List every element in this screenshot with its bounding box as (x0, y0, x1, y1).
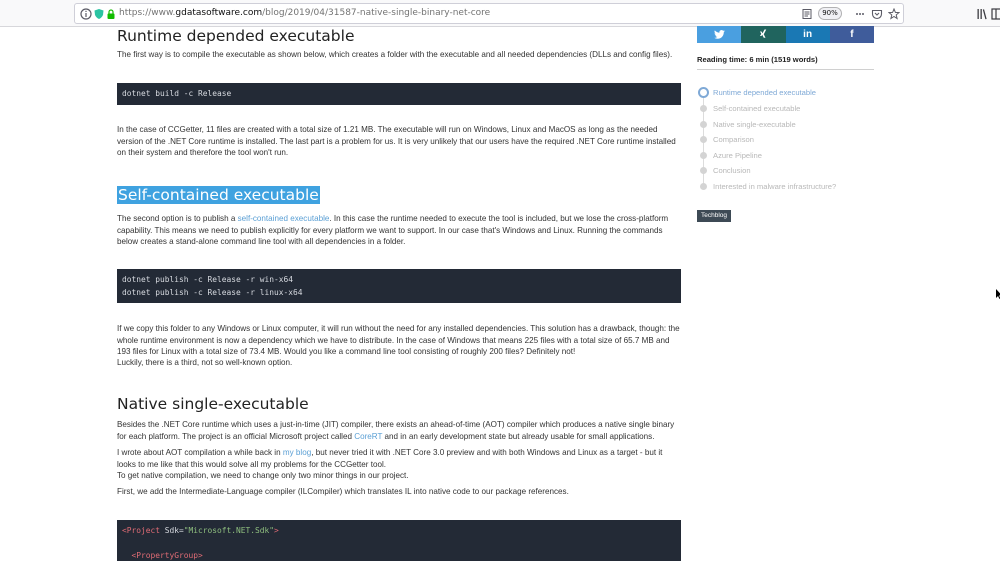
facebook-icon: f (850, 29, 854, 40)
paragraph: If we copy this folder to any Windows or… (117, 324, 680, 357)
code-line: dotnet publish -c Release -r win-x64 (122, 275, 294, 284)
paragraph: Luckily, there is a third, not so well-k… (117, 358, 293, 367)
twitter-icon (713, 30, 725, 39)
toc-marker (700, 136, 707, 143)
paragraph: I wrote about AOT compilation a while ba… (117, 448, 663, 481)
section-heading-self-contained: Self-contained executable (117, 186, 320, 204)
pocket-icon[interactable] (871, 8, 883, 20)
toc-marker (700, 105, 707, 112)
paragraph: The first way is to compile the executab… (117, 50, 673, 59)
paragraph: First, we add the Intermediate-Language … (117, 487, 569, 496)
reader-view-icon[interactable] (801, 8, 813, 20)
code-line: dotnet build -c Release (122, 89, 232, 98)
toc-item-malware-infrastructure[interactable]: Interested in malware infrastructure? (713, 182, 836, 191)
paragraph: The second option is to publish a self-c… (117, 214, 669, 247)
code-line: dotnet publish -c Release -r linux-x64 (122, 287, 303, 297)
toc-marker (700, 152, 707, 159)
more-actions-icon[interactable] (854, 8, 866, 20)
url-text[interactable]: https://www.gdatasoftware.com/blog/2019/… (119, 7, 490, 20)
toc-item-conclusion[interactable]: Conclusion (713, 166, 751, 175)
paragraph: In the case of CCGetter, 11 files are cr… (117, 125, 676, 158)
corert-link[interactable]: CoreRT (354, 432, 382, 441)
tracking-shield-icon[interactable] (93, 8, 105, 20)
toc-item-comparison[interactable]: Comparison (713, 135, 754, 144)
mouse-cursor-icon (996, 289, 1000, 299)
my-blog-link[interactable]: my blog (283, 448, 311, 457)
section-heading-native-single: Native single-executable (117, 395, 309, 413)
section-heading-runtime-depended: Runtime depended executable (117, 27, 355, 45)
sidebar-toggle-icon[interactable] (991, 7, 1000, 21)
code-line: <PropertyGroup> (131, 551, 203, 560)
share-bar: in f (697, 26, 874, 43)
linkedin-icon: in (803, 29, 813, 40)
tag-techblog[interactable]: Techblog (697, 210, 732, 222)
share-twitter-button[interactable] (697, 26, 742, 43)
reading-time: Reading time: 6 min (1519 words) (697, 55, 818, 64)
toc-item-runtime-depended[interactable]: Runtime depended executable (713, 88, 816, 97)
bookmark-star-icon[interactable] (888, 8, 900, 20)
code-block: <Project Sdk="Microsoft.NET.Sdk"> <Prope… (117, 520, 681, 561)
address-bar[interactable]: https://www.gdatasoftware.com/blog/2019/… (74, 3, 904, 24)
share-linkedin-button[interactable]: in (785, 26, 830, 43)
paragraph: Besides the .NET Core runtime which uses… (117, 420, 675, 441)
toc-item-native-single[interactable]: Native single-executable (713, 120, 796, 129)
lock-icon[interactable] (105, 8, 117, 20)
code-block: dotnet build -c Release (117, 83, 681, 105)
toc-item-azure-pipeline[interactable]: Azure Pipeline (713, 151, 762, 160)
toc-marker (700, 183, 707, 190)
toc-marker (700, 167, 707, 174)
divider (697, 69, 874, 70)
zoom-level-badge[interactable]: 90% (818, 7, 842, 20)
toc-item-self-contained[interactable]: Self-contained executable (713, 104, 800, 113)
info-icon[interactable] (80, 8, 92, 20)
code-block: dotnet publish -c Release -r win-x64 dot… (117, 269, 681, 303)
toc-marker-active (698, 87, 709, 98)
self-contained-executable-link[interactable]: self-contained executable (238, 214, 330, 223)
toc-marker (700, 121, 707, 128)
browser-toolbar: https://www.gdatasoftware.com/blog/2019/… (0, 0, 1000, 27)
share-facebook-button[interactable]: f (829, 26, 874, 43)
code-line: <Project Sdk="Microsoft.NET.Sdk"> (122, 526, 279, 535)
xing-icon (759, 29, 767, 38)
share-xing-button[interactable] (741, 26, 786, 43)
library-icon[interactable] (976, 7, 990, 21)
